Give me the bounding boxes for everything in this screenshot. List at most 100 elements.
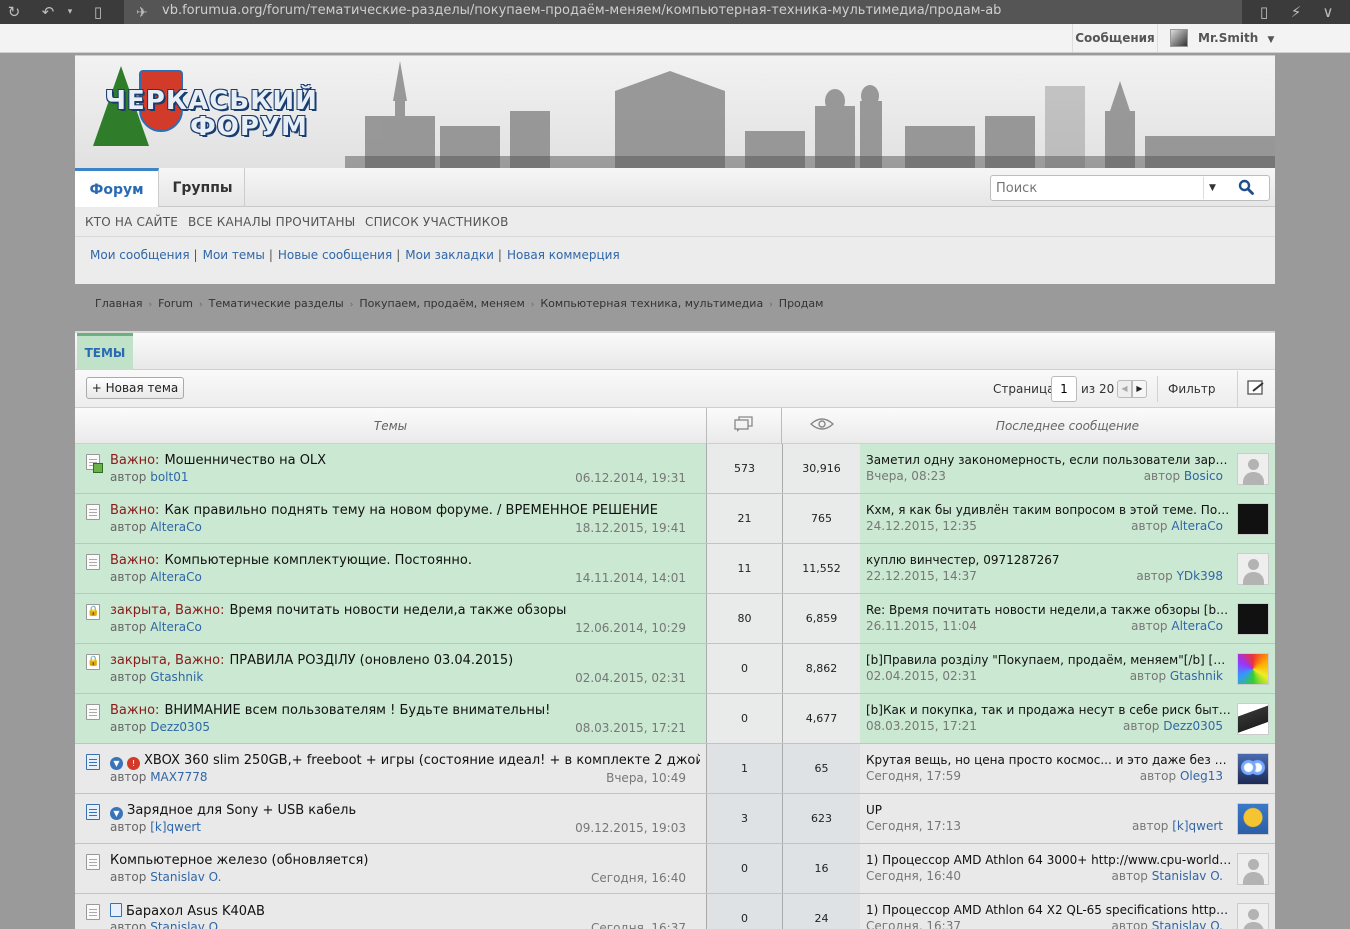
topic-title[interactable]: ▼ Зарядное для Sony + USB кабель xyxy=(110,803,700,821)
topic-title-text[interactable]: Как правильно поднять тему на новом фору… xyxy=(164,503,658,518)
topic-title[interactable]: закрыта, Важно: Время почитать новости не… xyxy=(110,603,700,621)
last-post-author[interactable]: Oleg13 xyxy=(1180,769,1223,783)
topic-title-text[interactable]: XBOX 360 slim 250GB,+ freeboot + игры (с… xyxy=(144,753,700,768)
last-post-text[interactable]: 1) Процессор AMD Athlon 64 3000+ http://… xyxy=(866,853,1232,867)
column-views[interactable] xyxy=(783,408,860,444)
topic-row[interactable]: Важно: Как правильно поднять тему на ново… xyxy=(75,494,1275,544)
topic-row[interactable]: ▼ Зарядное для Sony + USB кабель автор [k… xyxy=(75,794,1275,844)
last-post-text[interactable]: куплю винчестер, 0971287267 xyxy=(866,553,1232,567)
topic-row[interactable]: Компьютерное железо (обновляется) автор … xyxy=(75,844,1275,894)
breadcrumb-buy-sell[interactable]: Покупаем, продаём, меняем xyxy=(359,297,524,310)
topic-title-text[interactable]: Компьютерные комплектующие. Постоянно. xyxy=(164,553,472,568)
tab-forum[interactable]: Форум xyxy=(75,168,159,207)
tab-topics[interactable]: ТЕМЫ xyxy=(77,333,133,370)
last-post-text[interactable]: [b]Как и покупка, так и продажа несут в … xyxy=(866,703,1232,717)
url-field[interactable]: ✈ vb.forumua.org/forum/тематические-разд… xyxy=(124,0,1242,24)
my-bookmarks-link[interactable]: Мои закладки xyxy=(405,248,494,262)
last-post-author[interactable]: [k]qwert xyxy=(1172,819,1223,833)
bookmarks-panel-icon[interactable]: ▯ xyxy=(88,2,108,22)
new-topic-button[interactable]: + Новая тема xyxy=(86,377,184,399)
topic-title-text[interactable]: Время почитать новости недели,а также об… xyxy=(229,603,566,618)
topic-row[interactable]: Важно: ВНИМАНИЕ всем пользователям ! Будь… xyxy=(75,694,1275,744)
topic-author[interactable]: Gtashnik xyxy=(150,670,203,684)
last-post-text[interactable]: Re: Время почитать новости недели,а такж… xyxy=(866,603,1232,617)
last-post-text[interactable]: Крутая вещь, но цена просто космос... и … xyxy=(866,753,1232,767)
column-topics[interactable]: Темы xyxy=(75,408,706,444)
who-online-link[interactable]: КТО НА САЙТЕ xyxy=(85,208,178,237)
messages-link[interactable]: Сообщения xyxy=(1072,24,1158,52)
avatar[interactable] xyxy=(1237,453,1269,485)
search-input[interactable] xyxy=(991,176,1203,200)
history-dropdown-icon[interactable]: ▾ xyxy=(60,2,80,22)
topic-author[interactable]: [k]qwert xyxy=(150,820,201,834)
last-post-author[interactable]: AlteraCo xyxy=(1171,519,1223,533)
avatar[interactable] xyxy=(1237,903,1269,929)
topic-author[interactable]: Stanislav O. xyxy=(150,920,221,929)
topic-title-text[interactable]: Барахол Asus K40AB xyxy=(126,904,265,919)
topic-row[interactable]: Важно: Компьютерные комплектующие. Постоя… xyxy=(75,544,1275,594)
topic-author[interactable]: Stanislav O. xyxy=(150,870,221,884)
new-commerce-link[interactable]: Новая коммерция xyxy=(507,248,620,262)
back-icon[interactable]: ↶ xyxy=(38,2,58,22)
menu-chevron-icon[interactable]: ∨ xyxy=(1318,2,1338,22)
topic-row[interactable]: Барахол Asus K40AB автор Stanislav O. Се… xyxy=(75,894,1275,929)
topic-author[interactable]: bolt01 xyxy=(150,470,188,484)
topic-author[interactable]: AlteraCo xyxy=(150,620,202,634)
avatar[interactable] xyxy=(1237,703,1269,735)
breadcrumb-computer-tech[interactable]: Компьютерная техника, мультимедиа xyxy=(540,297,763,310)
my-messages-link[interactable]: Мои сообщения xyxy=(90,248,190,262)
avatar[interactable] xyxy=(1237,603,1269,635)
avatar[interactable] xyxy=(1237,853,1269,885)
last-post-author[interactable]: Stanislav O. xyxy=(1152,919,1223,929)
breadcrumb-home[interactable]: Главная xyxy=(95,297,143,310)
filter-button[interactable]: Фильтр ▼ xyxy=(1157,376,1227,422)
last-post-text[interactable]: Кхм, я как бы удивлён таким вопросом в э… xyxy=(866,503,1232,517)
topic-row[interactable]: ▼! XBOX 360 slim 250GB,+ freeboot + игры … xyxy=(75,744,1275,794)
prev-page-button[interactable]: ◀ xyxy=(1117,380,1132,398)
last-post-text[interactable]: 1) Процессор AMD Athlon 64 X2 QL-65 spec… xyxy=(866,903,1232,917)
topic-title-text[interactable]: ВНИМАНИЕ всем пользователям ! Будьте вни… xyxy=(164,703,550,718)
topic-title[interactable]: Важно: Компьютерные комплектующие. Постоя… xyxy=(110,553,700,571)
avatar[interactable] xyxy=(1237,503,1269,535)
avatar[interactable] xyxy=(1237,803,1269,835)
topic-author[interactable]: Dezz0305 xyxy=(150,720,210,734)
topic-title-text[interactable]: Мошенничество на OLX xyxy=(164,453,326,468)
member-list-link[interactable]: СПИСОК УЧАСТНИКОВ xyxy=(365,208,509,237)
next-page-button[interactable]: ▶ xyxy=(1132,380,1147,398)
topic-row[interactable]: закрыта, Важно: ПРАВИЛА РОЗДІЛУ (оновлено… xyxy=(75,644,1275,694)
moderation-button[interactable] xyxy=(1237,371,1273,407)
topic-title[interactable]: Важно: Мошенничество на OLX xyxy=(110,453,700,471)
topic-author[interactable]: AlteraCo xyxy=(150,570,202,584)
topic-title[interactable]: Барахол Asus K40AB xyxy=(110,903,700,921)
last-post-text[interactable]: UP xyxy=(866,803,1232,817)
topic-title[interactable]: ▼! XBOX 360 slim 250GB,+ freeboot + игры … xyxy=(110,753,700,771)
last-post-text[interactable]: [b]Правила розділу "Покупаем, продаём, м… xyxy=(866,653,1232,667)
last-post-author[interactable]: Bosico xyxy=(1184,469,1223,483)
flash-icon[interactable]: ⚡ xyxy=(1286,2,1306,22)
last-post-author[interactable]: Stanislav O. xyxy=(1152,869,1223,883)
reload-icon[interactable]: ↻ xyxy=(4,2,24,22)
tab-groups[interactable]: Группы xyxy=(161,168,245,207)
user-menu[interactable]: Mr.Smith ▼ xyxy=(1160,24,1280,52)
topic-row[interactable]: закрыта, Важно: Время почитать новости не… xyxy=(75,594,1275,644)
breadcrumb-forum[interactable]: Forum xyxy=(158,297,193,310)
topic-row[interactable]: Важно: Мошенничество на OLX автор bolt01 … xyxy=(75,444,1275,494)
new-messages-link[interactable]: Новые сообщения xyxy=(278,248,392,262)
avatar[interactable] xyxy=(1237,653,1269,685)
search-options-icon[interactable]: ▼ xyxy=(1203,177,1221,199)
forum-logo[interactable]: ЧЕРКАСЬКИЙ ФОРУМ xyxy=(75,56,317,168)
column-last-post[interactable]: Последнее сообщение xyxy=(860,408,1275,444)
my-topics-link[interactable]: Мои темы xyxy=(203,248,265,262)
breadcrumb-thematic-sections[interactable]: Тематические разделы xyxy=(209,297,344,310)
topic-title[interactable]: закрыта, Важно: ПРАВИЛА РОЗДІЛУ (оновлено… xyxy=(110,653,700,671)
last-post-author[interactable]: AlteraCo xyxy=(1171,619,1223,633)
topic-title-text[interactable]: Зарядное для Sony + USB кабель xyxy=(127,803,356,818)
bookmark-icon[interactable]: ▯ xyxy=(1254,2,1274,22)
avatar[interactable] xyxy=(1237,553,1269,585)
avatar[interactable] xyxy=(1237,753,1269,785)
topic-title[interactable]: Важно: ВНИМАНИЕ всем пользователям ! Будь… xyxy=(110,703,700,721)
topic-author[interactable]: MAX7778 xyxy=(150,770,207,784)
last-post-text[interactable]: Заметил одну закономерность, если пользо… xyxy=(866,453,1232,467)
go-to-first-unread-icon[interactable]: ▼ xyxy=(110,807,123,820)
go-to-first-unread-icon[interactable]: ▼ xyxy=(110,757,123,770)
